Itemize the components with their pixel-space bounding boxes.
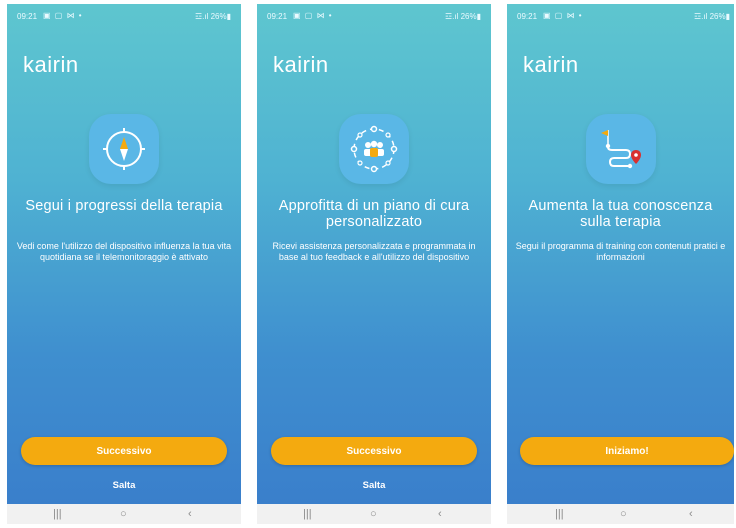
kairin-logo: kairin xyxy=(523,52,579,77)
status-bar: 09:21 ▣ ▢ ⋈ • ☲.ıl 26%▮ xyxy=(257,4,491,26)
compass-icon xyxy=(89,114,159,184)
status-time: 09:21 xyxy=(517,12,538,21)
onboarding-screen-2: 09:21 ▣ ▢ ⋈ • ☲.ıl 26%▮ kairin Approfitt… xyxy=(257,4,491,524)
skip-link[interactable]: Salta xyxy=(7,480,241,491)
home-button[interactable]: ○ xyxy=(370,508,377,520)
status-bar: 09:21 ▣ ▢ ⋈ • ☲.ıl 26%▮ xyxy=(7,4,241,26)
onboarding-headline: Approfitta di un piano di cura personali… xyxy=(278,198,470,230)
back-button[interactable]: ‹ xyxy=(689,508,693,520)
battery-signal-indicator: ☲.ıl 26%▮ xyxy=(693,12,730,21)
next-button[interactable]: Successivo xyxy=(21,437,227,465)
screen-background: 09:21 ▣ ▢ ⋈ • ☲.ıl 26%▮ kairin Approfitt… xyxy=(257,4,491,504)
onboarding-headline: Aumenta la tua conoscenza sulla terapia xyxy=(528,198,713,230)
screen-background: 09:21 ▣ ▢ ⋈ • ☲.ıl 26%▮ kairin Aumenta l… xyxy=(507,4,734,504)
onboarding-description: Ricevi assistenza personalizzata e progr… xyxy=(272,241,476,262)
next-button[interactable]: Successivo xyxy=(271,437,477,465)
recents-button[interactable]: ||| xyxy=(555,508,564,520)
skip-link[interactable]: Salta xyxy=(257,480,491,491)
route-map-icon xyxy=(585,114,656,184)
system-nav-bar: ||| ○ ‹ xyxy=(7,504,241,524)
screen-background: 09:21 ▣ ▢ ⋈ • ☲.ıl 26%▮ kairin Segui i p… xyxy=(7,4,241,504)
notification-icons: ▣ ▢ ⋈ • xyxy=(43,11,83,20)
notification-icons: ▣ ▢ ⋈ • xyxy=(543,11,583,20)
kairin-logo: kairin xyxy=(273,52,329,77)
onboarding-screen-1: 09:21 ▣ ▢ ⋈ • ☲.ıl 26%▮ kairin Segui i p… xyxy=(7,4,241,524)
back-button[interactable]: ‹ xyxy=(188,508,192,520)
status-bar: 09:21 ▣ ▢ ⋈ • ☲.ıl 26%▮ xyxy=(507,4,734,26)
home-button[interactable]: ○ xyxy=(120,508,127,520)
start-button[interactable]: Iniziamo! xyxy=(520,437,734,465)
recents-button[interactable]: ||| xyxy=(53,508,62,520)
onboarding-description: Vedi come l'utilizzo del dispositivo inf… xyxy=(16,241,232,262)
recents-button[interactable]: ||| xyxy=(303,508,312,520)
onboarding-description: Segui il programma di training con conte… xyxy=(515,241,726,262)
care-team-icon xyxy=(339,114,409,184)
onboarding-screen-3: 09:21 ▣ ▢ ⋈ • ☲.ıl 26%▮ kairin Aumenta l… xyxy=(507,4,734,524)
home-button[interactable]: ○ xyxy=(620,508,627,520)
back-button[interactable]: ‹ xyxy=(438,508,442,520)
battery-signal-indicator: ☲.ıl 26%▮ xyxy=(444,12,481,21)
system-nav-bar: ||| ○ ‹ xyxy=(507,504,734,524)
status-time: 09:21 xyxy=(17,12,38,21)
kairin-logo: kairin xyxy=(23,52,79,77)
status-time: 09:21 xyxy=(267,12,288,21)
notification-icons: ▣ ▢ ⋈ • xyxy=(293,11,333,20)
battery-signal-indicator: ☲.ıl 26%▮ xyxy=(194,12,231,21)
onboarding-headline: Segui i progressi della terapia xyxy=(25,198,223,214)
system-nav-bar: ||| ○ ‹ xyxy=(257,504,491,524)
